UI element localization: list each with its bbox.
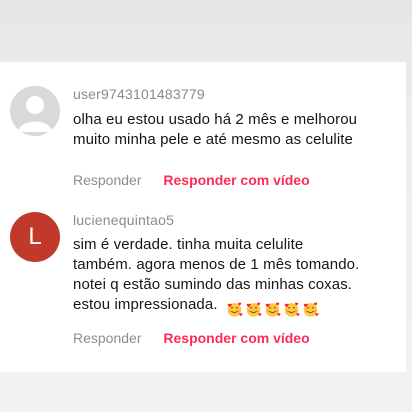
avatar[interactable]: L	[10, 212, 60, 262]
comment-actions: Responder Responder com vídeo	[73, 172, 310, 188]
smiling-face-with-hearts-icon	[303, 302, 319, 317]
comment-text-line: notei q estão sumindo das minhas coxas.	[73, 276, 353, 293]
smiling-face-with-hearts-icon	[265, 302, 281, 317]
comment-username[interactable]: user9743101483779	[73, 86, 205, 102]
comment-text-line: olha eu estou usado há 2 mês e melhorou	[73, 111, 358, 128]
comment-username[interactable]: lucienequintao5	[73, 212, 174, 228]
reply-button[interactable]: Responder	[73, 172, 142, 188]
comment-actions: Responder Responder com vídeo	[73, 330, 310, 346]
avatar-letter: L	[28, 223, 42, 250]
comments-card: user9743101483779 olha eu estou usado há…	[0, 62, 406, 372]
comment-text: olha eu estou usado há 2 mês e melhorou …	[73, 110, 357, 150]
comment-text-line: sim é verdade. tinha muita celulite	[73, 236, 304, 253]
smiling-face-with-hearts-icon	[284, 302, 300, 317]
smiling-face-with-hearts-icon	[227, 302, 243, 317]
default-avatar-icon	[10, 86, 60, 136]
comment-text-segment: estou impressionada.	[73, 296, 218, 313]
comment-text-line-last: estou impressionada.	[73, 295, 359, 319]
comment-text-line: também. agora menos de 1 mês tomando.	[73, 256, 360, 273]
emoji-row	[226, 299, 321, 319]
reply-button[interactable]: Responder	[73, 330, 142, 346]
reply-with-video-button[interactable]: Responder com vídeo	[163, 330, 309, 346]
smiling-face-with-hearts-icon	[246, 302, 262, 317]
comment-text-line: muito minha pele e até mesmo as celulite	[73, 131, 353, 148]
avatar[interactable]	[10, 86, 60, 136]
comment-text: sim é verdade. tinha muita celulite tamb…	[73, 235, 359, 319]
reply-with-video-button[interactable]: Responder com vídeo	[163, 172, 309, 188]
